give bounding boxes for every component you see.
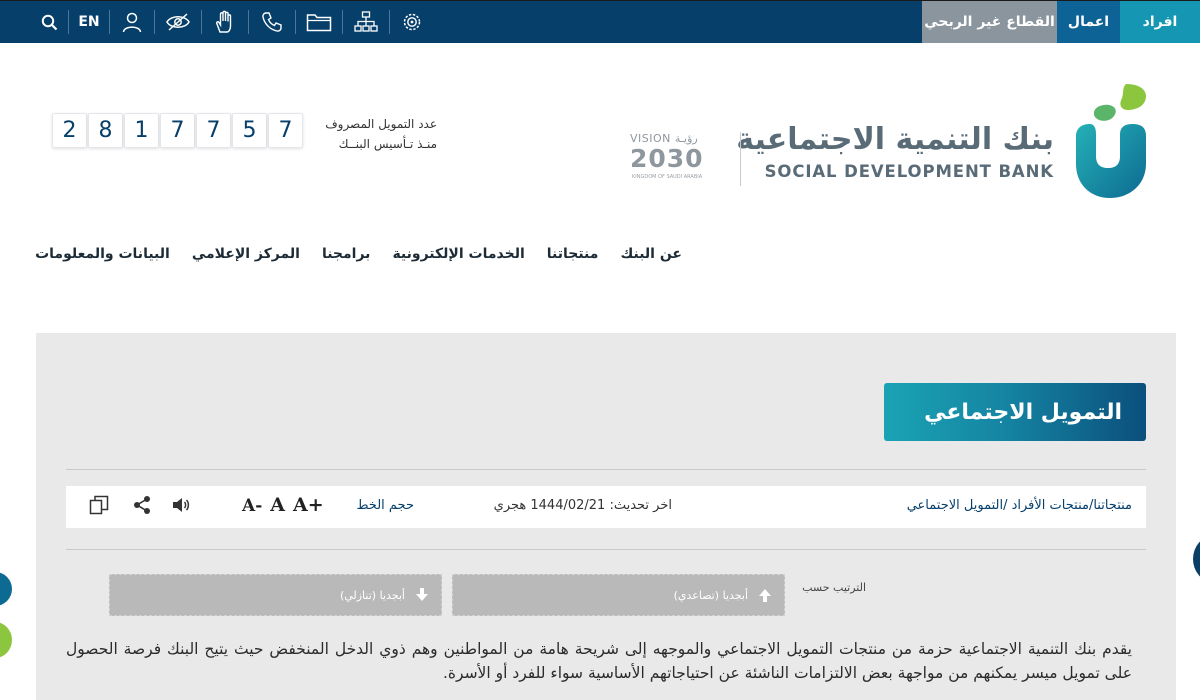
counter-label-line2: منـذ تـأسيس البنــك [338,137,437,151]
breadcrumb[interactable]: منتجاتنا/منتجات الأفراد /التمويل الاجتما… [907,498,1132,513]
counter-digit: 5 [232,113,267,148]
nav-e-services[interactable]: الخدمات الإلكترونية [392,246,524,262]
speaker-icon[interactable] [170,494,192,520]
content-area: التمويل الاجتماعي منتجاتنا/منتجات الأفرا… [36,333,1176,700]
sort-descending-button[interactable]: أبجديا (تنازلي) [109,574,442,616]
sort-label: الترتيب حسب [802,581,866,594]
user-icon[interactable] [110,1,154,43]
nav-products[interactable]: منتجاتنا [547,246,599,262]
counter-digit: 7 [160,113,195,148]
counter-label-line1: عدد التمويل المصروف [325,117,437,131]
font-decrease-button[interactable]: A- [242,496,262,516]
search-icon[interactable] [30,1,68,43]
counter-digit: 2 [52,113,87,148]
nav-about[interactable]: عن البنك [620,246,682,262]
tab-business[interactable]: اعمال [1057,1,1120,43]
counter-digit: 8 [88,113,123,148]
share-icon[interactable] [132,494,152,520]
counter-label: عدد التمويل المصروف منـذ تـأسيس البنــك [325,114,437,154]
top-utility-bar: EN القطاع غير الربحي اعمال افراد [0,0,1200,43]
nav-media-center[interactable]: المركز الإعلامي [192,246,300,262]
sort-ascending-label: أبجديا (تصاعدي) [673,588,748,602]
divider [66,549,1146,550]
last-updated: اخر تحديث: 1444/02/21 هجري [493,498,672,513]
arrow-down-icon [416,588,428,601]
accessibility-hide-icon[interactable] [155,1,201,43]
sitemap-icon[interactable] [343,1,389,43]
phone-icon[interactable] [249,1,295,43]
vision-year: 2030 [630,144,704,173]
font-normal-button[interactable]: A [270,494,285,516]
bank-name-arabic: بنك التنمية الاجتماعية [736,122,1054,157]
settings-icon[interactable] [390,1,434,43]
counter-digit: 7 [268,113,303,148]
folder-icon[interactable] [296,1,342,43]
tab-individuals[interactable]: افراد [1120,1,1200,43]
nav-data-info[interactable]: البيانات والمعلومات [35,246,170,262]
font-size-controls: A- A A+ [242,494,324,516]
product-description: يقدم بنك التنمية الاجتماعية حزمة من منتج… [66,640,1132,682]
bank-logo[interactable]: بنك التنمية الاجتماعية SOCIAL DEVELOPMEN… [736,84,1152,202]
financing-counter: 2 8 1 7 7 5 7 [52,113,303,148]
sector-tabs: القطاع غير الربحي اعمال افراد [922,1,1200,43]
bank-name-english: SOCIAL DEVELOPMENT BANK [764,162,1054,181]
bank-mark-icon [1076,84,1146,198]
main-navigation: عن البنك منتجاتنا الخدمات الإلكترونية بر… [35,246,682,262]
vision-2030-logo: VISION رؤيـة 2030 KINGDOM OF SAUDI ARABI… [630,132,712,188]
counter-digit: 1 [124,113,159,148]
side-float-button[interactable] [1193,536,1200,582]
page-info-bar: منتجاتنا/منتجات الأفراد /التمويل الاجتما… [66,486,1146,528]
tab-nonprofit[interactable]: القطاع غير الربحي [922,1,1057,43]
nav-programs[interactable]: برامجنا [322,246,371,262]
divider [66,469,1146,470]
utility-icons: EN [30,1,434,43]
sort-descending-label: أبجديا (تنازلي) [339,588,405,602]
sign-language-icon[interactable] [202,1,248,43]
logo-divider [740,132,741,186]
side-float-button[interactable] [0,572,12,606]
vision-country: KINGDOM OF SAUDI ARABIA [632,174,703,180]
side-float-button[interactable] [0,622,12,658]
language-label: EN [78,14,100,30]
sort-ascending-button[interactable]: أبجديا (تصاعدي) [452,574,785,616]
copy-icon[interactable] [88,494,110,520]
font-size-label: حجم الخط [356,498,414,513]
page-title: التمويل الاجتماعي [884,383,1146,441]
counter-digit: 7 [196,113,231,148]
arrow-up-icon [759,589,771,602]
language-toggle[interactable]: EN [69,1,109,43]
font-increase-button[interactable]: A+ [293,494,324,516]
